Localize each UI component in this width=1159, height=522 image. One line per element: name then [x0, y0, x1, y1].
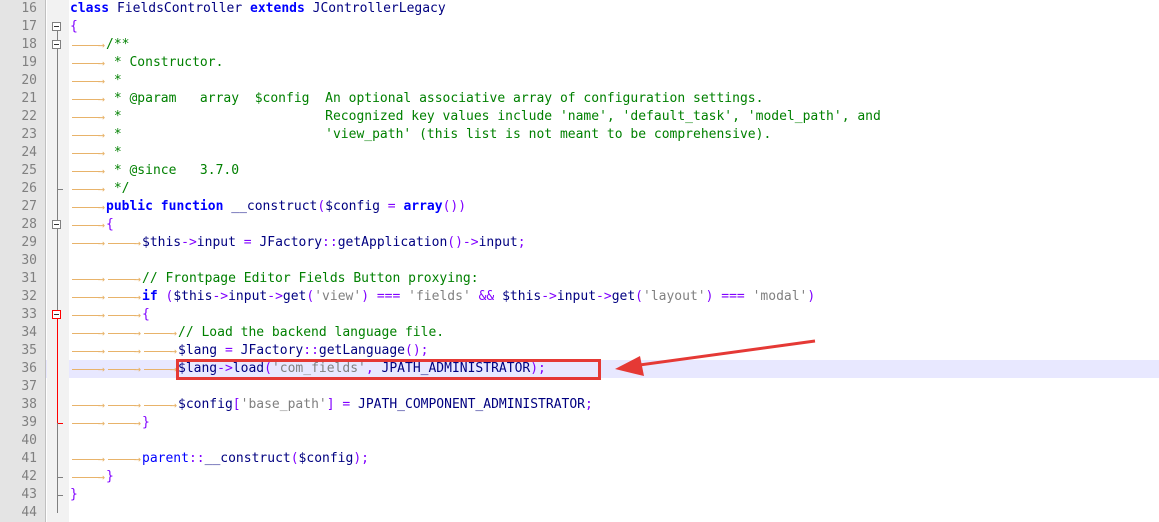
annotation-arrow-icon [615, 339, 816, 376]
code-editor[interactable]: 16 class FieldsController extends JContr… [0, 0, 1159, 522]
